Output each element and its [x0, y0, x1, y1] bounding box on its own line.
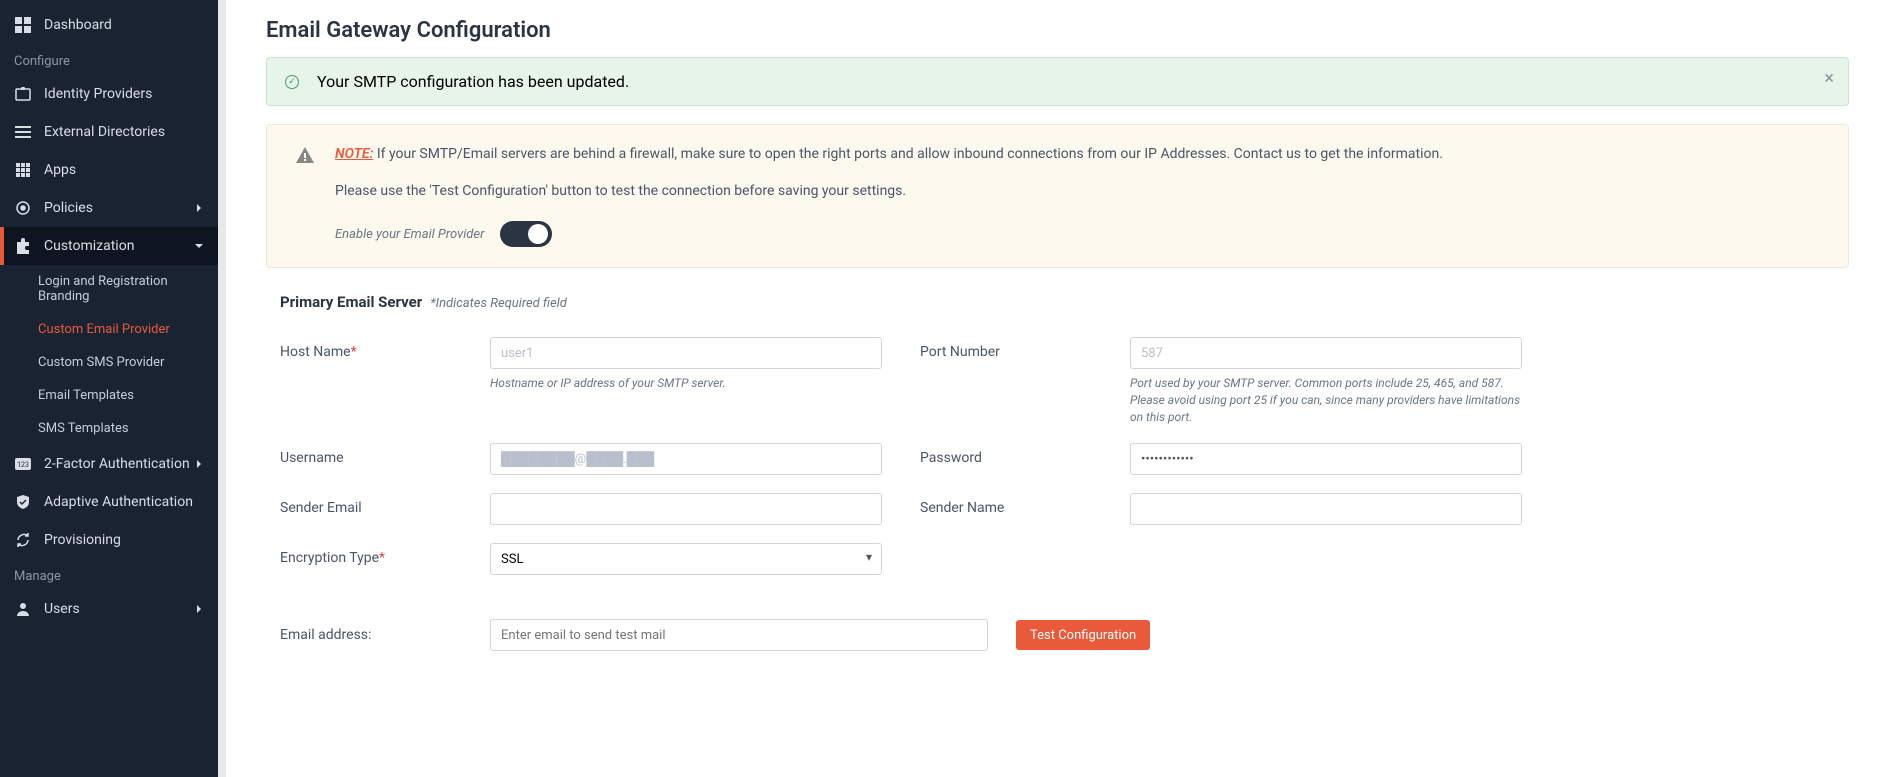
- sidebar-item-provisioning[interactable]: Provisioning: [0, 521, 218, 559]
- sidebar-item-customization[interactable]: Customization: [0, 227, 218, 265]
- sidebar-item-label: External Directories: [44, 124, 165, 140]
- target-icon: [14, 199, 32, 217]
- sidebar-item-label: Dashboard: [44, 17, 112, 33]
- sidebar-divider: [218, 0, 226, 777]
- shield-check-icon: [14, 493, 32, 511]
- puzzle-icon: [14, 237, 32, 255]
- password-input[interactable]: [1130, 443, 1522, 475]
- sidebar-item-label: Customization: [44, 238, 134, 254]
- sidebar-section-manage: Manage: [0, 559, 218, 590]
- sidebar-sub-sms-templates[interactable]: SMS Templates: [0, 412, 218, 445]
- svg-text:123: 123: [17, 461, 29, 469]
- user-icon: [14, 600, 32, 618]
- encryption-type-label: Encryption Type*: [280, 543, 490, 566]
- test-email-input[interactable]: [490, 619, 988, 651]
- page-title: Email Gateway Configuration: [266, 18, 1849, 43]
- sync-icon: [14, 531, 32, 549]
- note-label: NOTE:: [335, 146, 373, 162]
- sidebar-item-label: Apps: [44, 162, 76, 178]
- port-number-label: Port Number: [920, 337, 1130, 360]
- list-icon: [14, 123, 32, 141]
- note-box: NOTE: If your SMTP/Email servers are beh…: [266, 124, 1849, 268]
- note-text: NOTE: If your SMTP/Email servers are beh…: [335, 145, 1443, 165]
- form-section: Primary Email Server *Indicates Required…: [266, 292, 1849, 651]
- host-name-label: Host Name*: [280, 337, 490, 360]
- sidebar-item-apps[interactable]: Apps: [0, 151, 218, 189]
- required-note: *Indicates Required field: [430, 296, 567, 311]
- sidebar-section-configure: Configure: [0, 44, 218, 75]
- sender-email-label: Sender Email: [280, 493, 490, 516]
- host-name-input[interactable]: [490, 337, 882, 369]
- encryption-type-select[interactable]: SSL: [490, 543, 882, 575]
- sidebar-item-label: Identity Providers: [44, 86, 152, 102]
- sidebar-sub-login-branding[interactable]: Login and Registration Branding: [0, 265, 218, 313]
- note-subtext: Please use the 'Test Configuration' butt…: [335, 183, 1820, 199]
- dashboard-icon: [14, 16, 32, 34]
- sidebar-item-dashboard[interactable]: Dashboard: [0, 6, 218, 44]
- sidebar-item-label: Provisioning: [44, 532, 121, 548]
- sidebar-item-identity-providers[interactable]: Identity Providers: [0, 75, 218, 113]
- check-circle-icon: ✓: [285, 75, 299, 89]
- sidebar-sub-custom-email[interactable]: Custom Email Provider: [0, 313, 218, 346]
- password-label: Password: [920, 443, 1130, 466]
- sender-name-input[interactable]: [1130, 493, 1522, 525]
- sidebar-item-users[interactable]: Users: [0, 590, 218, 628]
- sender-email-input[interactable]: [490, 493, 882, 525]
- port-help-text: Port used by your SMTP server. Common po…: [1130, 375, 1522, 425]
- sidebar-item-label: Adaptive Authentication: [44, 494, 193, 510]
- email-provider-toggle[interactable]: [500, 221, 552, 247]
- sidebar-item-label: Users: [44, 601, 80, 617]
- sidebar: Dashboard Configure Identity Providers E…: [0, 0, 218, 777]
- username-label: Username: [280, 443, 490, 466]
- sidebar-item-label: Policies: [44, 200, 93, 216]
- sidebar-item-2fa[interactable]: 123 2-Factor Authentication: [0, 445, 218, 483]
- main-content: Email Gateway Configuration ✓ Your SMTP …: [226, 0, 1889, 777]
- warning-icon: [295, 145, 317, 165]
- alert-message: Your SMTP configuration has been updated…: [317, 72, 629, 91]
- username-input[interactable]: [490, 443, 882, 475]
- sender-name-label: Sender Name: [920, 493, 1130, 516]
- sidebar-item-external-directories[interactable]: External Directories: [0, 113, 218, 151]
- port-number-input[interactable]: [1130, 337, 1522, 369]
- sidebar-sub-email-templates[interactable]: Email Templates: [0, 379, 218, 412]
- sidebar-sub-custom-sms[interactable]: Custom SMS Provider: [0, 346, 218, 379]
- alert-close-button[interactable]: ×: [1824, 68, 1834, 89]
- toggle-label: Enable your Email Provider: [335, 227, 484, 242]
- id-card-icon: [14, 85, 32, 103]
- alert-success: ✓ Your SMTP configuration has been updat…: [266, 57, 1849, 106]
- chevron-right-icon: [194, 203, 204, 213]
- test-configuration-button[interactable]: Test Configuration: [1016, 620, 1150, 650]
- sidebar-item-label: 2-Factor Authentication: [44, 456, 190, 472]
- chevron-right-icon: [194, 604, 204, 614]
- email-address-label: Email address:: [280, 627, 490, 643]
- chevron-right-icon: [194, 459, 204, 469]
- chevron-down-icon: [194, 241, 204, 251]
- host-help-text: Hostname or IP address of your SMTP serv…: [490, 375, 882, 392]
- sidebar-item-adaptive-auth[interactable]: Adaptive Authentication: [0, 483, 218, 521]
- number-icon: 123: [14, 455, 32, 473]
- sidebar-item-policies[interactable]: Policies: [0, 189, 218, 227]
- grid-icon: [14, 161, 32, 179]
- section-title: Primary Email Server: [280, 293, 422, 311]
- toggle-knob: [528, 224, 548, 244]
